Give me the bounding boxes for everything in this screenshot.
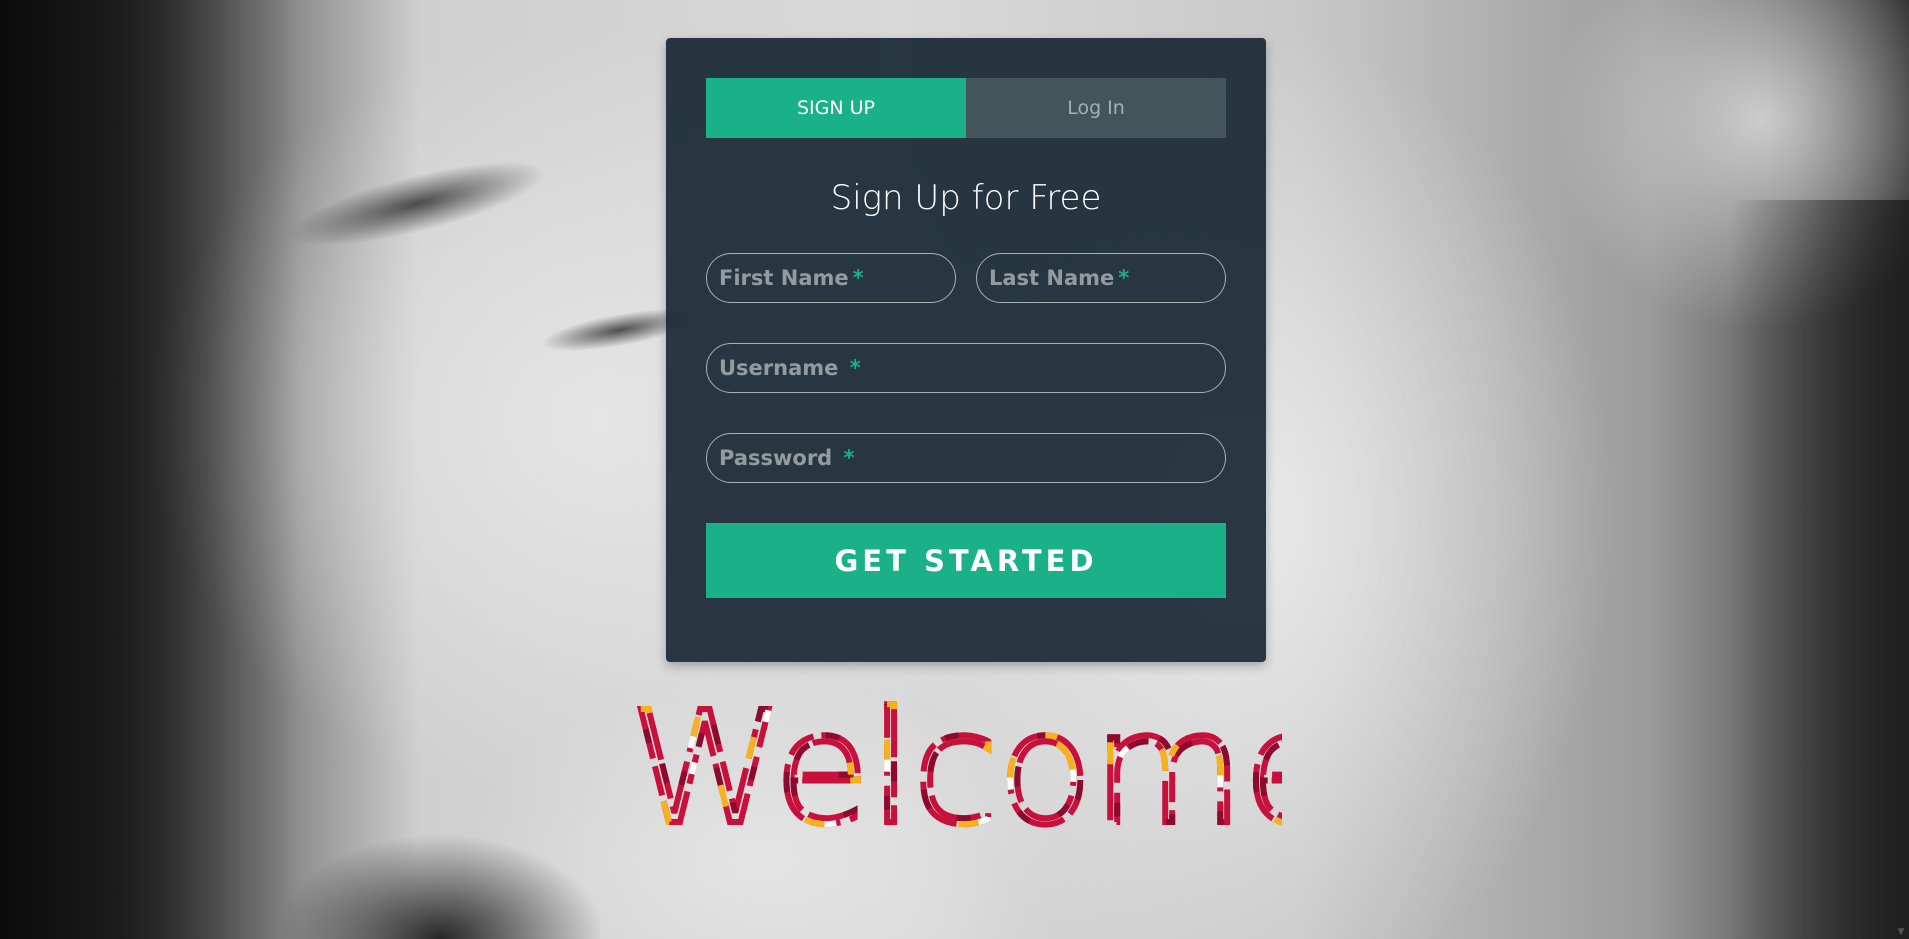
background-hair-right bbox=[1729, 200, 1909, 939]
welcome-letters-white: Welcome bbox=[630, 700, 1282, 830]
required-marker: * bbox=[852, 266, 864, 290]
tab-sign-up[interactable]: SIGN UP bbox=[706, 78, 966, 138]
page-scrollbar[interactable]: ▼ bbox=[1892, 0, 1909, 939]
first-name-field[interactable]: First Name * bbox=[706, 253, 956, 303]
get-started-button[interactable]: GET STARTED bbox=[706, 523, 1226, 598]
required-marker: * bbox=[843, 446, 855, 470]
password-field[interactable]: Password * bbox=[706, 433, 1226, 483]
required-marker: * bbox=[849, 356, 861, 380]
name-row: First Name * Last Name * bbox=[706, 253, 1226, 303]
last-name-field[interactable]: Last Name * bbox=[976, 253, 1226, 303]
scroll-down-icon[interactable]: ▼ bbox=[1896, 927, 1906, 937]
required-marker: * bbox=[1118, 266, 1130, 290]
tab-bar: SIGN UP Log In bbox=[706, 78, 1226, 138]
form-heading: Sign Up for Free bbox=[830, 178, 1102, 218]
first-name-placeholder: First Name * bbox=[719, 266, 864, 290]
welcome-text: Welcome Welcome Welcome Welcome bbox=[627, 700, 1282, 830]
tab-log-in[interactable]: Log In bbox=[966, 78, 1226, 138]
background-hair-left bbox=[0, 0, 300, 939]
username-field[interactable]: Username * bbox=[706, 343, 1226, 393]
signup-form-card: SIGN UP Log In Sign Up for Free First Na… bbox=[666, 38, 1266, 662]
username-placeholder: Username * bbox=[719, 356, 861, 380]
password-placeholder: Password * bbox=[719, 446, 855, 470]
background-hair-bottom bbox=[280, 780, 600, 939]
last-name-placeholder: Last Name * bbox=[989, 266, 1130, 290]
